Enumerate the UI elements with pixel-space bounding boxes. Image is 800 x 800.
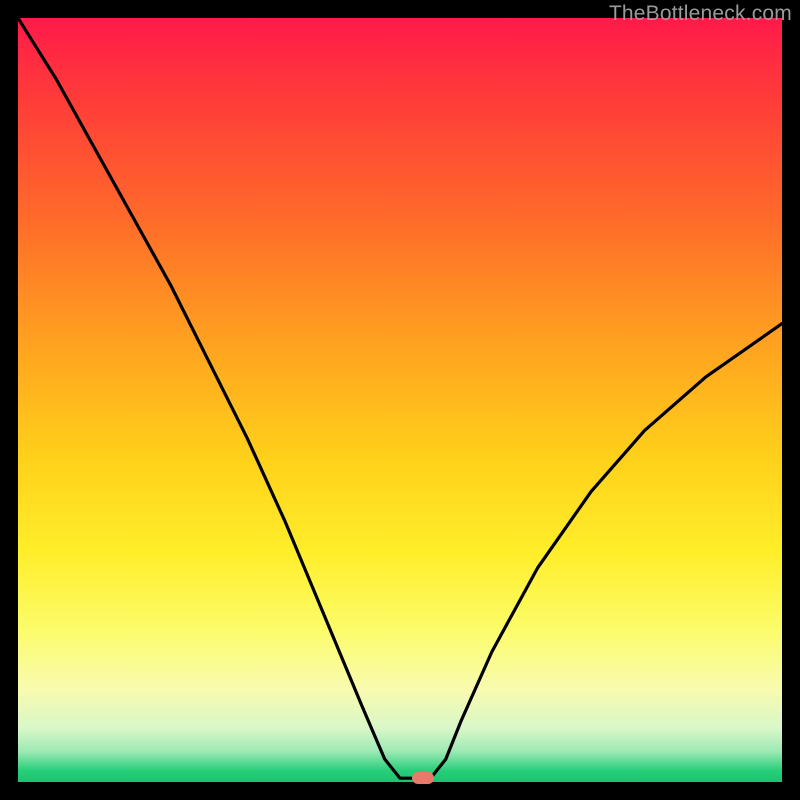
optimal-marker [412,772,434,784]
watermark-text: TheBottleneck.com [609,2,792,26]
chart-frame: TheBottleneck.com [0,0,800,800]
bottleneck-curve [18,18,782,782]
plot-area [18,18,782,782]
